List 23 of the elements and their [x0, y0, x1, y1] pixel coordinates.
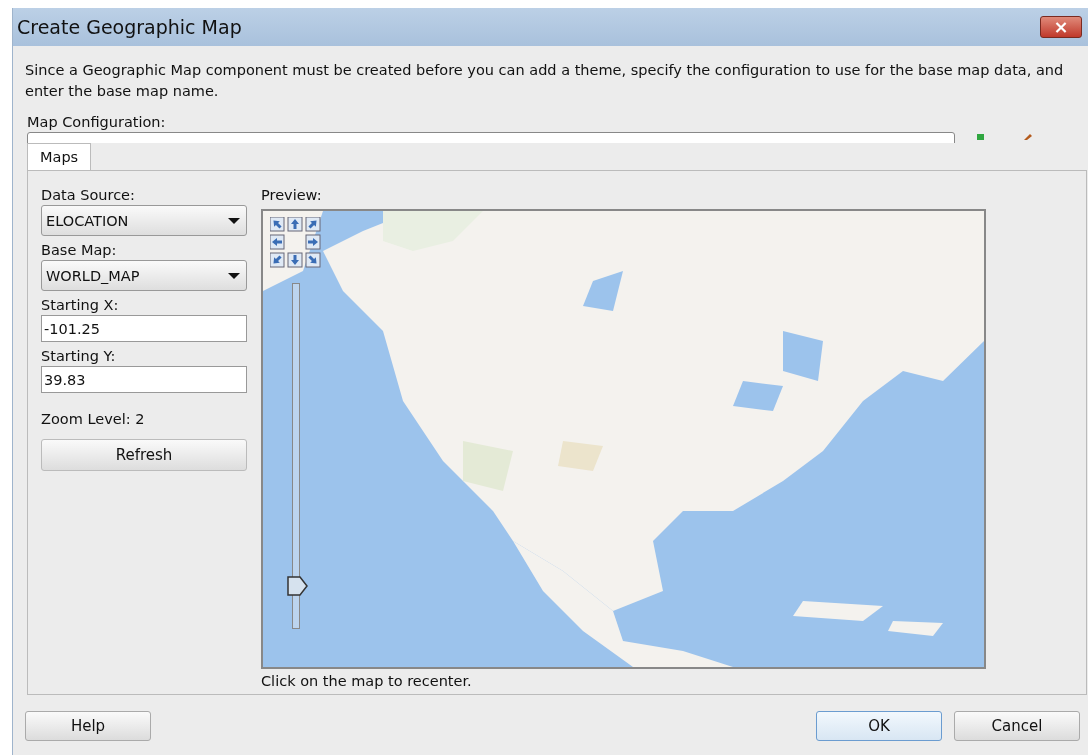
help-button[interactable]: Help	[25, 711, 151, 741]
refresh-button[interactable]: Refresh	[41, 439, 247, 471]
field-label: Starting X:	[41, 297, 120, 313]
description-text: Since a Geographic Map component must be created before you can add a theme, specify the configuration to use for the base map data, and enter the base map name.	[25, 61, 1065, 101]
base-map-dropdown[interactable]: WORLD_MAP	[41, 260, 247, 291]
data-source-dropdown[interactable]: ELOCATION	[41, 205, 247, 236]
preview-label: Preview:	[261, 187, 323, 203]
field-label: Base Map:	[41, 242, 118, 258]
pencil-icon[interactable]	[1024, 134, 1032, 140]
zoom-slider[interactable]	[287, 283, 309, 629]
hint-text: Click on the map to recenter.	[261, 673, 473, 689]
ok-button[interactable]: OK	[816, 711, 942, 741]
field-label: Map Configuration:	[27, 114, 167, 130]
input-field[interactable]: 39.83	[41, 366, 247, 393]
input-field[interactable]: -101.25	[41, 315, 247, 342]
close-button[interactable]: ×	[1040, 16, 1082, 38]
pan-controls-drawing[interactable]	[270, 217, 322, 269]
tab[interactable]: Maps	[27, 143, 92, 170]
field-label: Data Source:	[41, 187, 136, 203]
zoom-level-text: Zoom Level: 2	[41, 411, 146, 427]
field-label: Starting Y:	[41, 348, 117, 364]
window-title: Create Geographic Map	[17, 16, 242, 38]
cancel-button[interactable]: Cancel	[954, 711, 1080, 741]
